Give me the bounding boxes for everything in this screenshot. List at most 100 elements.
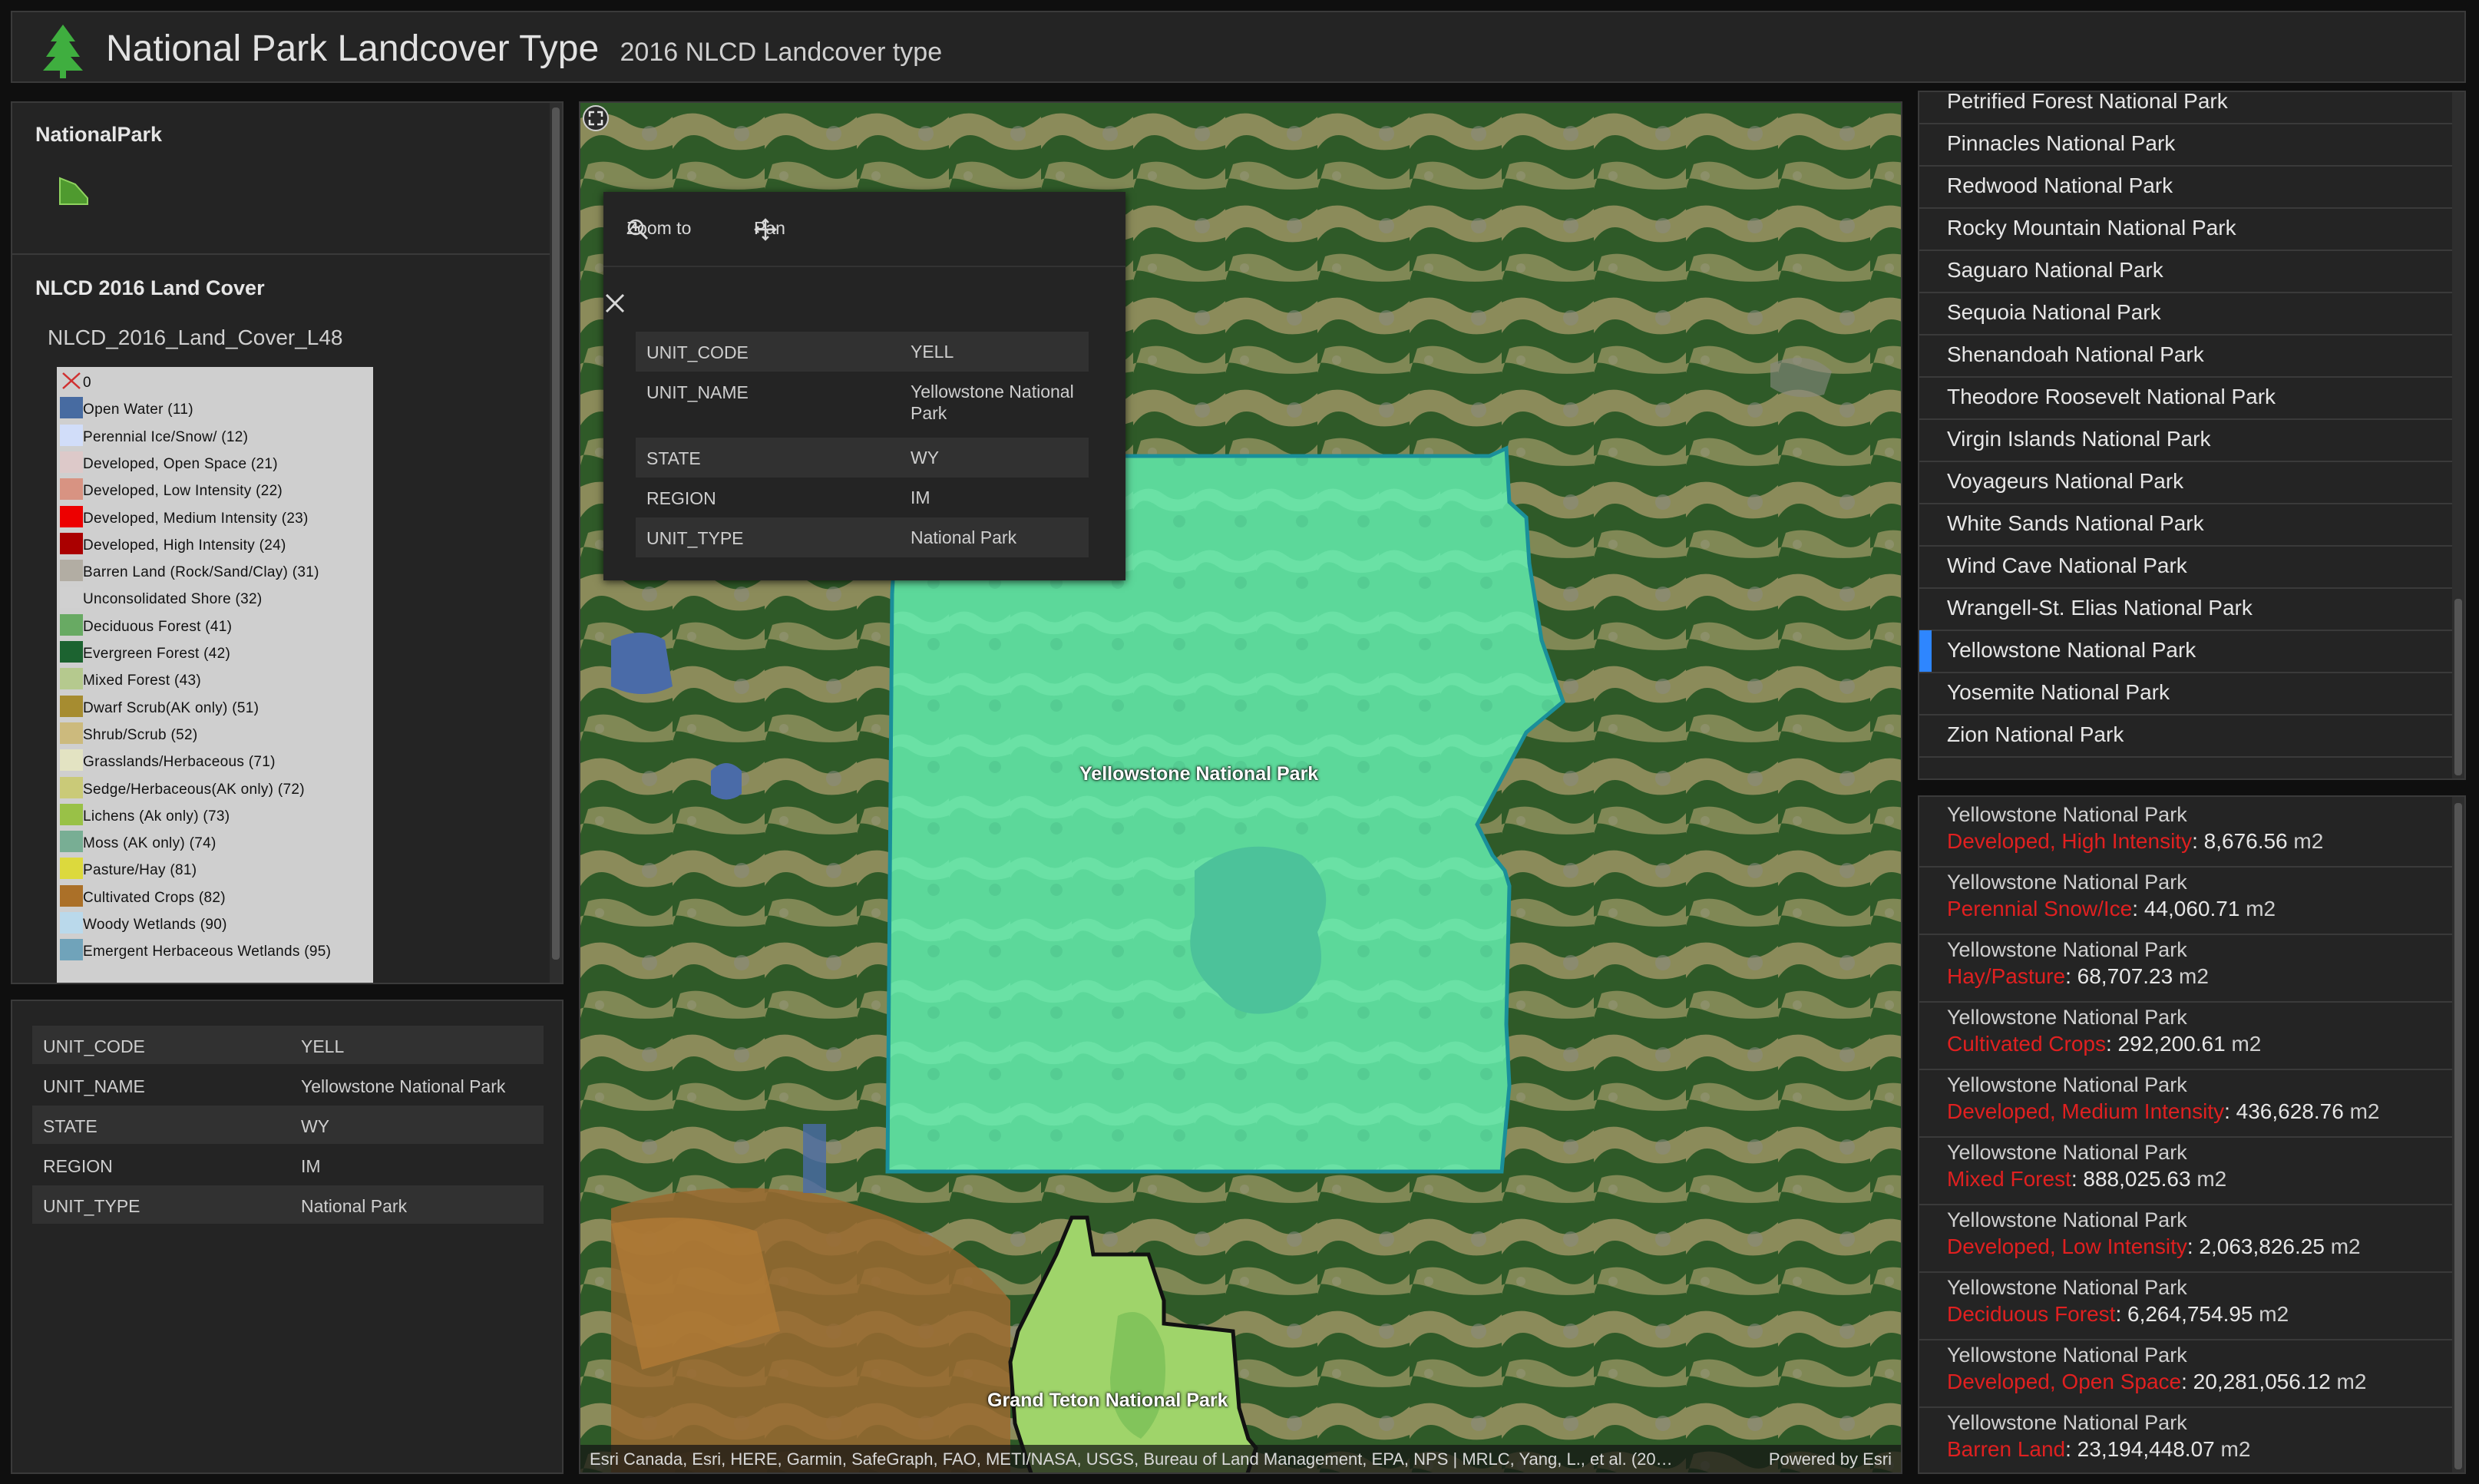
attribution-text: Esri Canada, Esri, HERE, Garmin, SafeGra… (590, 1449, 1673, 1469)
park-list-item[interactable]: Theodore Roosevelt National Park (1919, 377, 2452, 420)
landcover-stat-item[interactable]: Yellowstone National Park Mixed Forest: 8… (1919, 1138, 2452, 1205)
zoom-to-button[interactable]: Zoom to (626, 218, 691, 240)
stat-line: Developed, Low Intensity: 2,063,826.25 m… (1947, 1234, 2361, 1259)
park-list-item[interactable]: Virgin Islands National Park (1919, 419, 2452, 462)
legend-item-label: Dwarf Scrub(AK only) (51) (83, 699, 259, 716)
attribute-panel: UNIT_CODE YELL UNIT_NAME Yellowstone Nation… (11, 1000, 564, 1474)
park-list-panel: Petrified Forest National Park Pinnacles … (1918, 91, 2466, 780)
stat-area-unit: m2 (2231, 1032, 2262, 1056)
close-icon[interactable] (603, 292, 626, 315)
landcover-stat-item[interactable]: Yellowstone National Park Hay/Pasture: 68… (1919, 935, 2452, 1003)
stat-line: Deciduous Forest: 6,264,754.95 m2 (1947, 1302, 2289, 1327)
legend-swatch (60, 831, 83, 853)
stat-area-value: 8,676.56 (2203, 829, 2288, 853)
legend-item: Sedge/Herbaceous(AK only) (72) (57, 774, 373, 800)
park-list-item[interactable]: Saguaro National Park (1919, 250, 2452, 293)
stat-separator: : (2105, 1032, 2118, 1056)
park-list-item[interactable]: Wrangell-St. Elias National Park (1919, 588, 2452, 631)
map-view[interactable]: Yellowstone National Park Grand Teton Na… (579, 101, 1902, 1474)
park-list-item[interactable]: Petrified Forest National Park (1919, 91, 2452, 124)
park-list-item[interactable]: Shenandoah National Park (1919, 335, 2452, 378)
stat-landcover-type: Developed, High Intensity (1947, 829, 2193, 853)
legend-swatch (60, 641, 83, 663)
stat-line: Hay/Pasture: 68,707.23 m2 (1947, 964, 2209, 989)
park-name: Yosemite National Park (1947, 680, 2170, 704)
stat-line: Developed, High Intensity: 8,676.56 m2 (1947, 829, 2323, 854)
park-name: Shenandoah National Park (1947, 342, 2204, 366)
park-name: Pinnacles National Park (1947, 131, 2176, 155)
stat-area-value: 2,063,826.25 (2199, 1234, 2325, 1258)
tree-icon (43, 25, 83, 78)
stat-landcover-type: Perennial Snow/Ice (1947, 897, 2133, 920)
park-list-item[interactable]: Voyageurs National Park (1919, 461, 2452, 504)
legend-swatch (60, 912, 83, 934)
selected-indicator (1919, 630, 1932, 672)
park-list-item[interactable]: Yellowstone National Park (1919, 630, 2452, 673)
landcover-stat-item[interactable]: Yellowstone National Park Barren Land: 23… (1919, 1408, 2452, 1472)
stats-scroll-thumb[interactable] (2454, 803, 2462, 1469)
legend-scrollbar[interactable] (550, 103, 562, 983)
attribute-value: IM (301, 1156, 321, 1176)
park-name: White Sands National Park (1947, 511, 2204, 535)
legend-swatch (60, 397, 83, 419)
stat-area-value: 292,200.61 (2117, 1032, 2226, 1056)
legend-item-label: Mixed Forest (43) (83, 673, 201, 689)
park-name: Saguaro National Park (1947, 258, 2163, 282)
landcover-stat-item[interactable]: Yellowstone National Park Developed, Open… (1919, 1340, 2452, 1408)
yellowstone-map-label: Yellowstone National Park (1079, 763, 1319, 785)
legend-item-label: Emergent Herbaceous Wetlands (95) (83, 944, 332, 960)
stat-landcover-type: Developed, Open Space (1947, 1370, 2182, 1393)
legend-swatch (60, 587, 83, 609)
park-list-item[interactable]: Sequoia National Park (1919, 293, 2452, 335)
park-name: Voyageurs National Park (1947, 469, 2184, 493)
stat-space (2215, 1437, 2221, 1461)
legend-item: Open Water (11) (57, 394, 373, 420)
stat-landcover-type: Developed, Low Intensity (1947, 1234, 2187, 1258)
legend-scroll-thumb[interactable] (552, 107, 560, 960)
landcover-stat-item[interactable]: Yellowstone National Park Developed, Medi… (1919, 1070, 2452, 1138)
attribute-row: UNIT_CODE YELL (32, 1026, 544, 1064)
park-list-item[interactable]: Zion National Park (1919, 715, 2452, 758)
legend-swatch (60, 478, 83, 501)
pan-button[interactable]: Pan (754, 218, 785, 241)
powered-by-esri[interactable]: Powered by Esri (1769, 1449, 1892, 1469)
legend-divider (12, 253, 553, 255)
park-list-item[interactable]: Wind Cave National Park (1919, 546, 2452, 589)
park-name: Yellowstone National Park (1947, 638, 2196, 662)
stat-area-value: 6,264,754.95 (2127, 1302, 2253, 1326)
stat-line: Developed, Medium Intensity: 436,628.76 … (1947, 1099, 2379, 1124)
app-title-text: National Park Landcover Type (106, 28, 600, 69)
park-list-item[interactable]: Yosemite National Park (1919, 673, 2452, 716)
park-list-scroll-thumb[interactable] (2454, 599, 2462, 775)
stat-park-name: Yellowstone National Park (1947, 1411, 2187, 1434)
park-list-item[interactable]: Redwood National Park (1919, 166, 2452, 209)
park-list-scrollbar[interactable] (2452, 92, 2464, 778)
landcover-stat-item[interactable]: Yellowstone National Park Developed, High… (1919, 800, 2452, 868)
park-list-item[interactable]: Rocky Mountain National Park (1919, 208, 2452, 251)
landcover-stat-item[interactable]: Yellowstone National Park Deciduous Fores… (1919, 1273, 2452, 1340)
legend-panel: NationalPark NLCD 2016 Land Cover NLCD_2… (11, 101, 564, 984)
zoom-in-icon (627, 219, 649, 240)
legend-item: Perennial Ice/Snow/ (12) (57, 421, 373, 448)
stat-line: Mixed Forest: 888,025.63 m2 (1947, 1167, 2226, 1191)
legend-item-label: Grasslands/Herbaceous (71) (83, 754, 276, 771)
stat-line: Cultivated Crops: 292,200.61 m2 (1947, 1032, 2261, 1056)
park-list-item[interactable]: Pinnacles National Park (1919, 124, 2452, 167)
park-list-item[interactable]: White Sands National Park (1919, 504, 2452, 547)
park-name: Petrified Forest National Park (1947, 91, 2228, 113)
feature-popup: Zoom to Pan UNIT_CODE YELL UNIT_NAME Yellow… (603, 192, 1125, 580)
landcover-stat-item[interactable]: Yellowstone National Park Developed, Low … (1919, 1205, 2452, 1273)
popup-attribute-key: REGION (646, 488, 716, 508)
legend-swatch (60, 722, 83, 744)
stat-landcover-type: Cultivated Crops (1947, 1032, 2106, 1056)
legend-swatch (60, 884, 83, 907)
legend-item: Cultivated Crops (82) (57, 882, 373, 908)
stats-scrollbar[interactable] (2452, 797, 2464, 1472)
attribute-value: WY (301, 1116, 330, 1136)
popup-attribute-value: YELL (911, 342, 954, 362)
landcover-stat-item[interactable]: Yellowstone National Park Perennial Snow/… (1919, 868, 2452, 935)
fullscreen-icon[interactable] (580, 103, 611, 134)
landcover-stat-item[interactable]: Yellowstone National Park Cultivated Crop… (1919, 1003, 2452, 1070)
attribute-row: STATE WY (32, 1106, 544, 1144)
legend-swatch (60, 532, 83, 554)
